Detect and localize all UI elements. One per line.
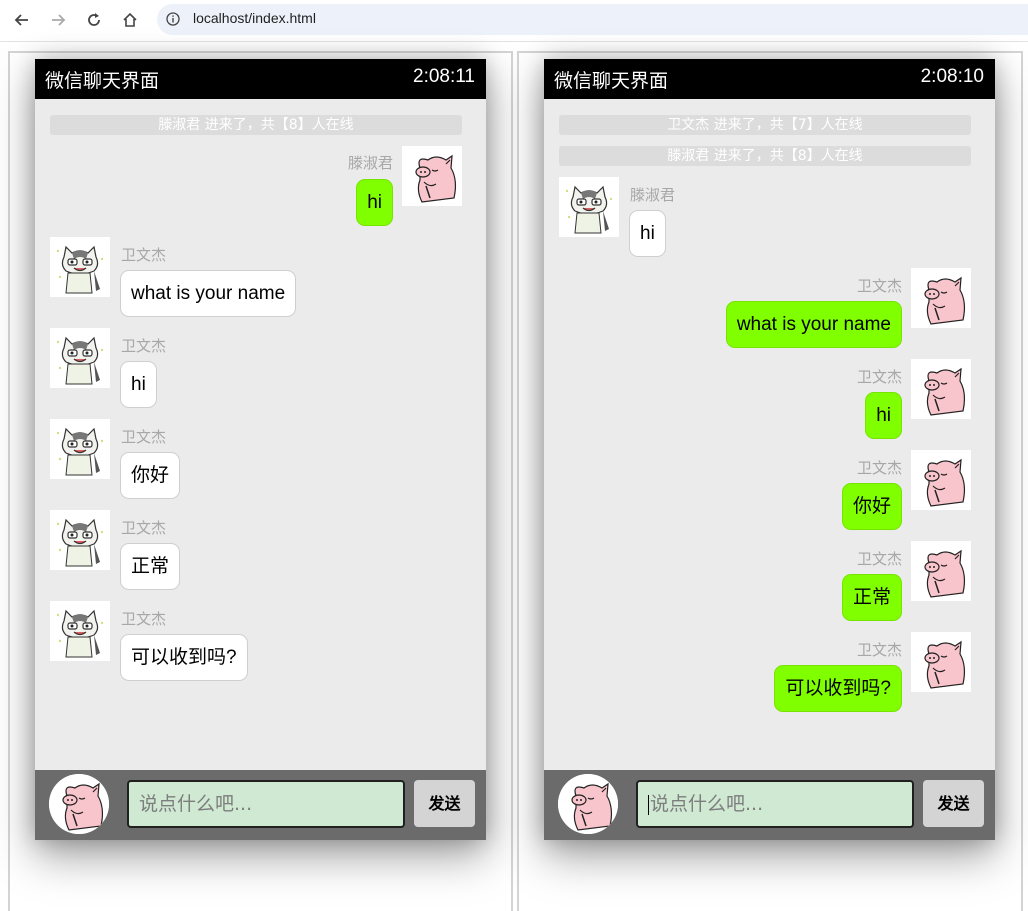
input-placeholder: 说点什么吧... — [650, 793, 764, 815]
pig-avatar[interactable] — [911, 541, 971, 601]
sender-name: 卫文杰 — [121, 610, 167, 628]
info-icon[interactable] — [166, 12, 180, 26]
pig-avatar[interactable] — [911, 268, 971, 328]
message-bubble: 正常 — [841, 574, 902, 621]
cat-avatar[interactable] — [50, 601, 110, 661]
sender-name: 滕淑君 — [347, 154, 393, 172]
reload-icon[interactable] — [82, 8, 106, 32]
send-button[interactable]: 发送 — [414, 780, 475, 827]
pig-avatar[interactable] — [911, 450, 971, 510]
pig-avatar[interactable] — [558, 774, 618, 834]
text-cursor — [648, 794, 649, 815]
message-bubble: what is your name — [120, 270, 297, 317]
sender-name: 卫文杰 — [856, 550, 902, 568]
input-bar: 说点什么吧... 发送 — [35, 770, 486, 840]
url-text: localhost/index.html — [193, 10, 316, 26]
join-notice: 卫文杰 进来了，共【7】人在线 — [559, 115, 971, 135]
sender-name: 卫文杰 — [121, 246, 167, 264]
message-bubble: hi — [865, 392, 902, 439]
sender-name: 卫文杰 — [121, 337, 167, 355]
message-input[interactable]: 说点什么吧... — [127, 780, 405, 828]
home-icon[interactable] — [118, 8, 142, 32]
right-chat-frame: 微信聊天界面 2:08:10 卫文杰 进来了，共【7】人在线 滕淑君 进来了，共… — [517, 51, 1023, 911]
title-bar: 微信聊天界面 2:08:11 — [35, 59, 486, 99]
message-bubble: 你好 — [841, 483, 902, 530]
pig-avatar[interactable] — [402, 146, 462, 206]
pig-avatar[interactable] — [911, 359, 971, 419]
clock-time: 2:08:10 — [920, 66, 984, 87]
sender-name: 卫文杰 — [856, 277, 902, 295]
sender-name: 卫文杰 — [856, 368, 902, 386]
forward-arrow-icon[interactable] — [46, 8, 70, 32]
sender-name: 滕淑君 — [630, 186, 676, 204]
chat-window: 微信聊天界面 2:08:11 滕淑君 进来了，共【8】人在线 滕淑君 hi 卫文… — [35, 59, 486, 840]
sender-name: 卫文杰 — [121, 428, 167, 446]
cat-avatar[interactable] — [50, 328, 110, 388]
pig-avatar[interactable] — [49, 774, 109, 834]
browser-toolbar: localhost/index.html — [0, 0, 1028, 42]
join-notice: 滕淑君 进来了，共【8】人在线 — [559, 146, 971, 166]
window-title: 微信聊天界面 — [554, 70, 669, 92]
input-placeholder: 说点什么吧... — [139, 793, 253, 815]
sender-name: 卫文杰 — [856, 641, 902, 659]
window-title: 微信聊天界面 — [45, 70, 160, 92]
clock-time: 2:08:11 — [413, 66, 475, 87]
sender-name: 卫文杰 — [121, 519, 167, 537]
address-bar[interactable]: localhost/index.html — [157, 4, 1028, 35]
chat-window: 微信聊天界面 2:08:10 卫文杰 进来了，共【7】人在线 滕淑君 进来了，共… — [544, 59, 995, 840]
cat-avatar[interactable] — [559, 177, 619, 237]
send-button[interactable]: 发送 — [923, 780, 984, 827]
title-bar: 微信聊天界面 2:08:10 — [544, 59, 995, 99]
cat-avatar[interactable] — [50, 510, 110, 570]
cat-avatar[interactable] — [50, 237, 110, 297]
message-bubble: what is your name — [725, 301, 902, 348]
message-bubble: hi — [120, 361, 157, 408]
sender-name: 卫文杰 — [856, 459, 902, 477]
cat-avatar[interactable] — [50, 419, 110, 479]
pig-avatar[interactable] — [911, 632, 971, 692]
left-chat-frame: 微信聊天界面 2:08:11 滕淑君 进来了，共【8】人在线 滕淑君 hi 卫文… — [8, 51, 513, 911]
message-bubble: 可以收到吗? — [774, 665, 902, 712]
message-bubble: 正常 — [120, 543, 181, 590]
message-bubble: 可以收到吗? — [120, 634, 248, 681]
message-input[interactable]: 说点什么吧... — [636, 780, 914, 828]
input-bar: 说点什么吧... 发送 — [544, 770, 995, 840]
message-bubble: 你好 — [120, 452, 181, 499]
message-bubble: hi — [356, 179, 393, 226]
message-bubble: hi — [629, 210, 666, 257]
join-notice: 滕淑君 进来了，共【8】人在线 — [50, 115, 462, 135]
back-arrow-icon[interactable] — [10, 8, 34, 32]
